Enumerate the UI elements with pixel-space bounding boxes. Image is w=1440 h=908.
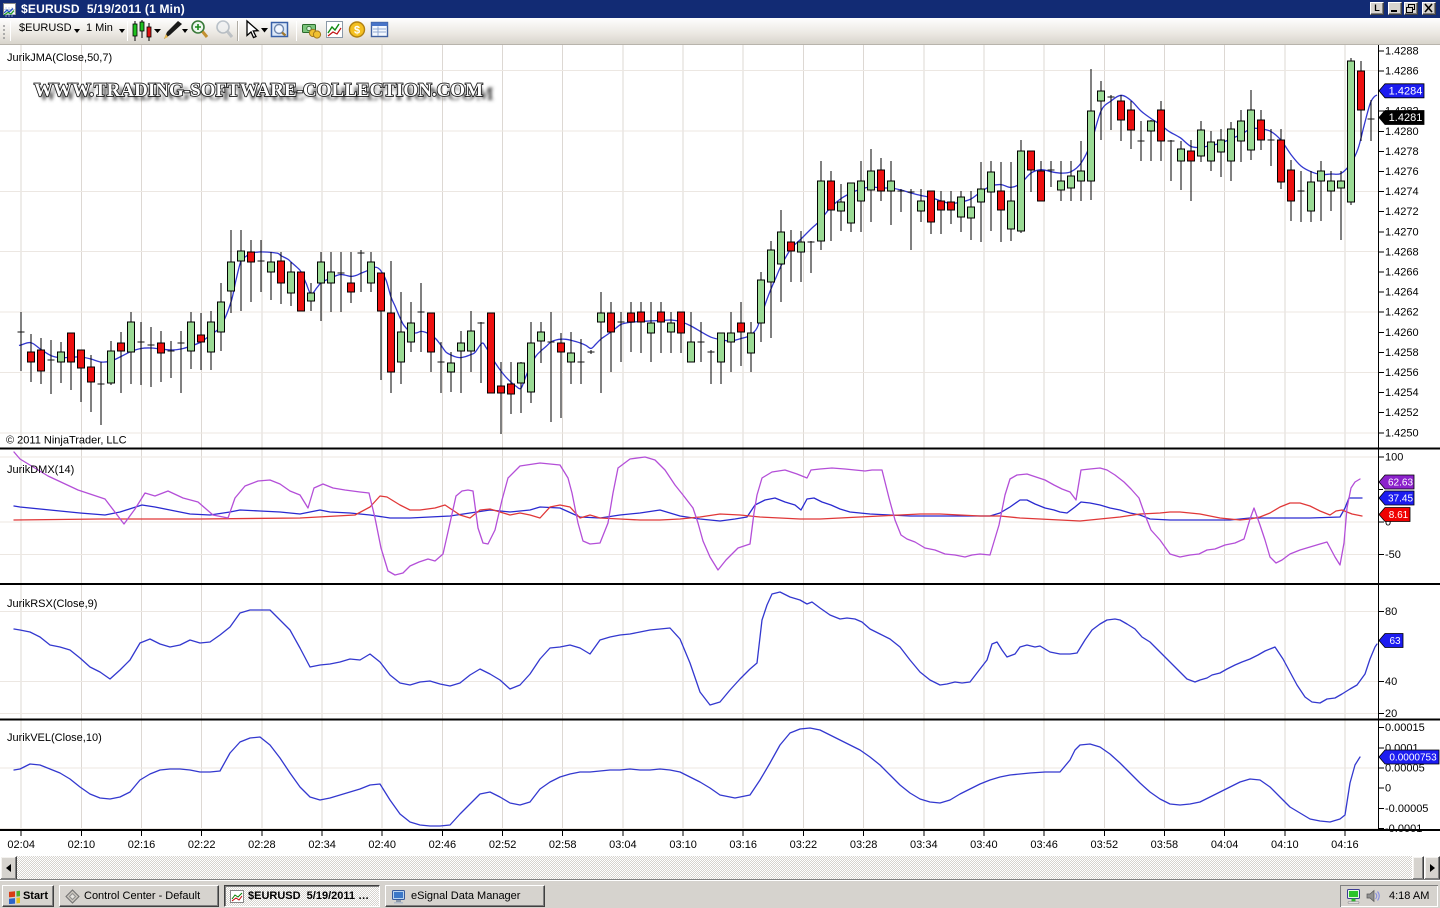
svg-text:03:16: 03:16 (729, 839, 757, 851)
svg-text:100: 100 (1385, 452, 1403, 464)
svg-text:02:46: 02:46 (429, 839, 457, 851)
svg-text:$: $ (354, 25, 360, 37)
svg-text:1.4258: 1.4258 (1385, 347, 1419, 359)
svg-text:80: 80 (1385, 606, 1397, 618)
svg-text:1.4272: 1.4272 (1385, 206, 1419, 218)
svg-text:03:58: 03:58 (1151, 839, 1179, 851)
svg-text:1.4284: 1.4284 (1389, 85, 1423, 97)
svg-text:37.45: 37.45 (1388, 494, 1413, 505)
svg-text:-50: -50 (1385, 549, 1401, 561)
svg-text:1.4288: 1.4288 (1385, 45, 1419, 57)
svg-text:WWW.TRADING-SOFTWARE-COLLECTIO: WWW.TRADING-SOFTWARE-COLLECTION.COM (34, 80, 483, 101)
svg-text:0.0000753: 0.0000753 (1389, 753, 1437, 764)
svg-text:02:22: 02:22 (188, 839, 216, 851)
svg-text:1.4260: 1.4260 (1385, 327, 1419, 339)
svg-text:JurikJMA(Close,50,7): JurikJMA(Close,50,7) (7, 52, 112, 64)
svg-text:8.61: 8.61 (1389, 510, 1409, 521)
svg-text:02:04: 02:04 (7, 839, 35, 851)
svg-text:02:10: 02:10 (68, 839, 96, 851)
svg-text:-0.00005: -0.00005 (1385, 803, 1428, 815)
svg-text:03:04: 03:04 (609, 839, 637, 851)
svg-text:1.4262: 1.4262 (1385, 307, 1419, 319)
svg-text:03:10: 03:10 (669, 839, 697, 851)
svg-text:02:16: 02:16 (128, 839, 156, 851)
svg-text:0: 0 (1385, 783, 1391, 795)
svg-text:-0.0001: -0.0001 (1385, 823, 1422, 835)
svg-text:20: 20 (1385, 708, 1397, 720)
svg-text:03:40: 03:40 (970, 839, 998, 851)
svg-text:02:40: 02:40 (368, 839, 396, 851)
svg-text:JurikRSX(Close,9): JurikRSX(Close,9) (7, 598, 97, 610)
svg-text:04:10: 04:10 (1271, 839, 1299, 851)
svg-text:04:16: 04:16 (1331, 839, 1359, 851)
svg-text:04:04: 04:04 (1211, 839, 1239, 851)
svg-text:1.4250: 1.4250 (1385, 427, 1419, 439)
svg-text:63: 63 (1389, 636, 1401, 647)
svg-text:1.4254: 1.4254 (1385, 387, 1419, 399)
svg-text:1.4270: 1.4270 (1385, 226, 1419, 238)
svg-text:1.4274: 1.4274 (1385, 186, 1419, 198)
svg-text:02:52: 02:52 (489, 839, 517, 851)
svg-text:0.00015: 0.00015 (1385, 722, 1425, 734)
svg-text:02:58: 02:58 (549, 839, 577, 851)
svg-text:02:34: 02:34 (308, 839, 336, 851)
svg-text:02:28: 02:28 (248, 839, 276, 851)
svg-text:03:28: 03:28 (850, 839, 878, 851)
svg-text:1.4252: 1.4252 (1385, 407, 1419, 419)
svg-text:1.4268: 1.4268 (1385, 246, 1419, 258)
svg-text:JurikVEL(Close,10): JurikVEL(Close,10) (7, 732, 102, 744)
svg-text:03:34: 03:34 (910, 839, 938, 851)
svg-text:1.4278: 1.4278 (1385, 146, 1419, 158)
svg-text:03:52: 03:52 (1091, 839, 1119, 851)
svg-text:© 2011 NinjaTrader, LLC: © 2011 NinjaTrader, LLC (6, 435, 127, 447)
svg-text:1.4281: 1.4281 (1389, 112, 1423, 124)
svg-text:1.4286: 1.4286 (1385, 66, 1419, 78)
svg-text:1.4264: 1.4264 (1385, 287, 1419, 299)
svg-text:1.4280: 1.4280 (1385, 126, 1419, 138)
svg-text:JurikDMX(14): JurikDMX(14) (7, 464, 74, 476)
svg-text:62.63: 62.63 (1388, 478, 1413, 489)
svg-text:1.4256: 1.4256 (1385, 367, 1419, 379)
svg-text:03:46: 03:46 (1030, 839, 1058, 851)
svg-text:03:22: 03:22 (790, 839, 818, 851)
svg-text:1.4266: 1.4266 (1385, 267, 1419, 279)
svg-text:40: 40 (1385, 676, 1397, 688)
svg-text:1.4276: 1.4276 (1385, 166, 1419, 178)
